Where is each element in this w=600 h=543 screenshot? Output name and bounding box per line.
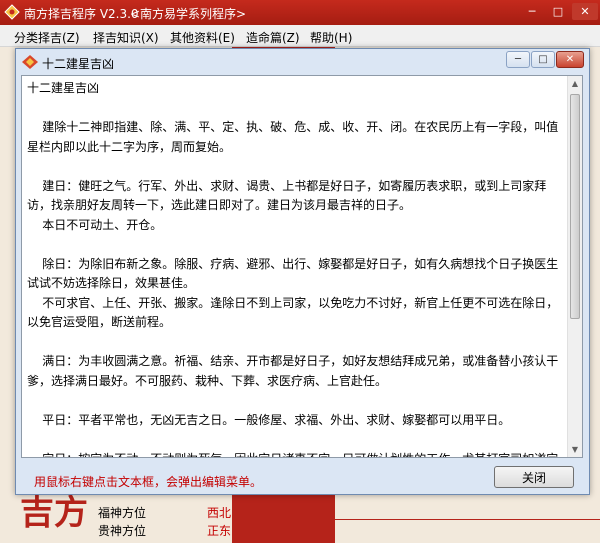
text-paragraph — [27, 430, 568, 450]
menu-item-knowledge[interactable]: 择吉知识(X) — [93, 29, 159, 46]
menu-bar: 分类择吉(Z) 择吉知识(X) 其他资料(E) 造命篇(Z) 帮助(H) — [0, 25, 600, 47]
menu-item-category-select[interactable]: 分类择吉(Z) — [14, 29, 80, 46]
noble-god-direction-label: 贵神方位 — [98, 524, 147, 538]
menu-item-help[interactable]: 帮助(H) — [310, 29, 352, 46]
scroll-up-arrow-icon[interactable]: ▲ — [568, 76, 582, 91]
text-paragraph: 本日不可动土、开仓。 — [27, 217, 163, 232]
text-paragraph: 满日：为丰收圆满之意。祈福、结亲、开市都是好日子，如好友想结拜成兄弟，或准备替小… — [27, 354, 559, 388]
content-textbox[interactable]: 十二建星吉凶 建除十二神即指建、除、满、平、定、执、破、危、成、收、开、闭。在农… — [21, 75, 583, 458]
edit-menu-hint: 用鼠标右键点击文本框，会弹出编辑菜单。 — [34, 475, 263, 489]
text-paragraph — [27, 235, 568, 255]
text-paragraph — [27, 157, 568, 177]
app-title: 南方择吉程序 V2.3.0 — [24, 7, 139, 21]
dialog-maximize-button[interactable]: □ — [531, 51, 555, 68]
fortune-god-direction-value: 西北 — [207, 506, 232, 520]
vertical-scrollbar[interactable]: ▲ ▼ — [567, 76, 582, 457]
main-close-button[interactable]: ✕ — [572, 3, 598, 20]
text-paragraph: 除日：为除旧布新之象。除服、疗病、避邪、出行、嫁娶都是好日子，如有久病想找个日子… — [27, 256, 559, 291]
jianxing-dialog: 十二建星吉凶 ─ □ ✕ 十二建星吉凶 建除十二神即指建、除、满、平、定、执、破… — [15, 48, 590, 495]
menu-item-destiny[interactable]: 造命篇(Z) — [246, 29, 300, 46]
text-paragraph: 十二建星吉凶 — [27, 81, 100, 95]
text-paragraph — [27, 333, 568, 353]
noble-god-direction-value: 正东 — [207, 524, 232, 538]
dialog-title: 十二建星吉凶 — [42, 57, 115, 71]
text-paragraph: 定日：按定为不动，不动则为死气。因此定日诸事不宜，只可做计划性的工作，尤其打官司… — [27, 450, 568, 458]
text-paragraph: 建日：健旺之气。行军、外出、求财、谒贵、上书都是好日子，如寄履历表求职，或到上司… — [27, 178, 547, 213]
dialog-title-bar[interactable]: 十二建星吉凶 ─ □ ✕ — [16, 49, 589, 75]
content-text[interactable]: 十二建星吉凶 建除十二神即指建、除、满、平、定、执、破、危、成、收、开、闭。在农… — [22, 76, 568, 457]
background-divider — [335, 519, 600, 520]
dialog-close-icon-button[interactable]: ✕ — [556, 51, 584, 68]
scroll-down-arrow-icon[interactable]: ▼ — [568, 442, 582, 457]
text-paragraph — [27, 99, 568, 119]
dialog-app-icon — [22, 55, 38, 69]
dialog-minimize-button[interactable]: ─ — [506, 51, 530, 68]
close-button[interactable]: 关闭 — [494, 466, 574, 488]
fortune-god-direction-label: 福神方位 — [98, 506, 147, 520]
main-title-bar: 南方择吉程序 V2.3.0 <南方易学系列程序> ─ □ ✕ — [0, 0, 600, 25]
text-paragraph — [27, 391, 568, 411]
app-logo-icon — [4, 4, 20, 20]
scrollbar-thumb[interactable] — [570, 94, 580, 319]
text-paragraph: 建除十二神即指建、除、满、平、定、执、破、危、成、收、开、闭。在农民历上有一字段… — [27, 120, 559, 154]
main-maximize-button[interactable]: □ — [546, 3, 570, 20]
main-minimize-button[interactable]: ─ — [520, 3, 544, 20]
menu-item-other-info[interactable]: 其他资料(E) — [170, 29, 235, 46]
app-subtitle: <南方易学系列程序> — [130, 7, 247, 21]
text-paragraph: 不可求官、上任、开张、搬家。逢除日不到上司家，以免吃力不讨好，新官上任更不可选在… — [27, 295, 559, 330]
text-paragraph: 平日：平者平常也，无凶无吉之日。一般修屋、求福、外出、求财、嫁娶都可以用平日。 — [27, 412, 511, 427]
